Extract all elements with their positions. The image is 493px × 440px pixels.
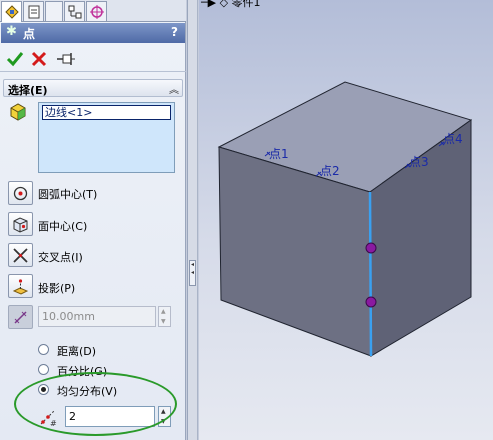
graphics-viewport[interactable]: ─▶ ◇ 零件1 点1 点2 点3 点4 [199,0,493,440]
point-label-2: 点2 [320,164,340,178]
spin-down-icon[interactable]: ▼ [161,318,166,325]
arc-center-icon [13,186,28,201]
property-manager-panel: ✱ 点 ? 选择(E) ︽ 边线<1> 圆弧中心(T) 面中心(C) 交叉点(I… [0,0,186,440]
face-center-label: 面中心(C) [38,220,88,233]
selection-group-label: 选择(E) [8,84,48,97]
point-marker-2[interactable] [365,296,377,308]
edge-selection-icon [10,103,26,121]
feature-manager-icon [5,5,19,19]
panel-title-bar: ✱ 点 ? [1,23,185,43]
intersection-icon [13,248,28,263]
point-feature-icon: ✱ [6,24,17,39]
intersection-button[interactable] [8,243,33,267]
intersection-label: 交叉点(I) [38,251,83,264]
property-manager-icon [28,5,40,19]
action-row [0,46,186,72]
face-center-icon [13,217,28,233]
point-label-3: 点3 [409,155,429,169]
selection-list-item[interactable]: 边线<1> [42,105,171,120]
cancel-x-icon[interactable] [30,50,48,68]
spin-up-icon[interactable]: ▲ [161,308,166,315]
help-button[interactable]: ? [171,25,178,39]
tab-feature-manager[interactable] [1,1,22,22]
radio-distance-circle[interactable] [38,344,49,355]
collapse-panel-icon[interactable]: ◂ ◂ [189,260,196,286]
face-center-button[interactable] [8,212,33,236]
collapse-chevron-icon[interactable]: ︽ [169,81,179,96]
point-label-1: 点1 [269,147,289,161]
tab-separator [45,1,63,21]
count-down-icon[interactable]: ▼ [161,418,166,425]
radio-uniform-circle[interactable] [38,384,49,395]
radio-uniform-label: 均匀分布(V) [57,385,118,398]
pushpin-icon[interactable] [55,50,77,68]
selected-edge[interactable] [368,191,373,357]
distance-ruler-icon [14,311,27,324]
selection-group-header[interactable]: 选择(E) ︽ [3,79,183,97]
manager-tab-bar [0,0,186,22]
count-spinner[interactable]: ▲ ▼ [158,406,171,427]
radio-percent-label: 百分比(G) [57,365,108,378]
point-marker-1[interactable] [365,242,377,254]
configuration-manager-icon [68,5,82,19]
arc-center-button[interactable] [8,181,33,205]
radio-distance-label: 距离(D) [57,345,97,358]
point-label-4: 点4 [443,132,463,146]
dimxpert-icon [90,5,104,19]
cube-scene [217,81,473,357]
svg-text:#: # [50,419,57,427]
panel-splitter[interactable]: ◂ ◂ [187,0,198,440]
ok-check-icon[interactable] [6,50,24,68]
distance-spinner[interactable]: ▲ ▼ [158,306,171,327]
point-count-icon: # [40,409,57,427]
distance-button[interactable] [8,305,33,329]
distance-input[interactable]: 10.00mm [38,306,156,327]
tab-configuration-manager[interactable] [64,1,85,21]
tab-property-manager[interactable] [23,1,44,21]
count-up-icon[interactable]: ▲ [161,408,166,415]
projection-icon [12,279,29,295]
panel-title: 点 [23,27,36,41]
arc-center-label: 圆弧中心(T) [38,188,98,201]
count-input[interactable]: 2 [65,406,155,427]
projection-label: 投影(P) [38,282,76,295]
projection-button[interactable] [8,274,33,298]
radio-percent-circle[interactable] [38,364,49,375]
selection-listbox[interactable]: 边线<1> [38,102,175,173]
tab-dimxpert[interactable] [86,1,107,21]
